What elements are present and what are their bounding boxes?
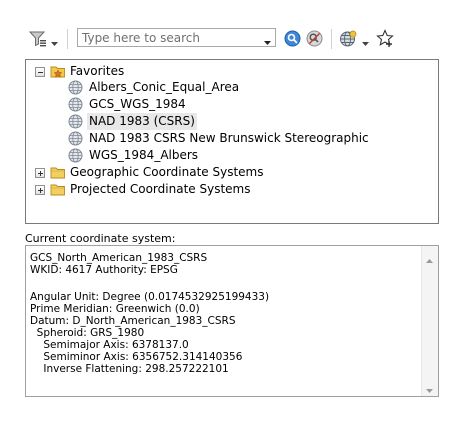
tree-node-geographic-coordinate-systems[interactable]: Geographic Coordinate Systems (35, 164, 295, 181)
tree-node-label: Albers_Conic_Equal_Area (89, 80, 240, 94)
tree-node-label: Geographic Coordinate Systems (70, 165, 264, 179)
details-line: Prime Meridian: Greenwich (0.0) (30, 303, 200, 315)
search-dropdown-arrow-icon[interactable] (264, 35, 272, 45)
collapse-toggle-icon[interactable] (35, 67, 45, 77)
current-coordinate-system-label: Current coordinate system: (25, 232, 176, 245)
scroll-up-arrow-icon[interactable] (426, 253, 434, 263)
add-to-favorites-star-icon[interactable] (376, 29, 394, 48)
tree-node-label: NAD 1983 (CSRS) (87, 113, 197, 130)
details-line: Angular Unit: Degree (0.0174532925199433… (30, 291, 270, 303)
tree-node-label: Favorites (70, 64, 125, 78)
expand-toggle-icon[interactable] (35, 168, 45, 178)
globe-icon (68, 131, 83, 146)
folder-icon (50, 182, 66, 197)
globe-dropdown-arrow-icon[interactable] (362, 36, 370, 46)
tree-node-favorite-item[interactable]: NAD 1983 CSRS New Brunswick Stereographi… (68, 130, 369, 147)
search-icon[interactable] (284, 30, 301, 47)
tree-node-favorite-item[interactable]: GCS_WGS_1984 (68, 96, 318, 113)
tree-node-label: WGS_1984_Albers (89, 148, 199, 162)
details-line: Datum: D_North_American_1983_CSRS (30, 315, 236, 327)
tree-node-label: Projected Coordinate Systems (70, 182, 251, 196)
tree-node-label: GCS_WGS_1984 (89, 97, 186, 111)
details-line: GCS_North_American_1983_CSRS (30, 252, 208, 264)
expand-toggle-icon[interactable] (35, 185, 45, 195)
favorites-folder-icon (50, 64, 66, 79)
details-line: Inverse Flattening: 298.257222101 (30, 363, 229, 375)
tree-node-label: NAD 1983 CSRS New Brunswick Stereographi… (89, 131, 369, 145)
details-line: WKID: 4617 Authority: EPSG (30, 264, 178, 276)
search-input[interactable] (78, 29, 262, 46)
scroll-down-arrow-icon[interactable] (426, 383, 434, 393)
details-scrollbar[interactable] (421, 246, 438, 396)
current-coordinate-system-details[interactable]: GCS_North_American_1983_CSRS WKID: 4617 … (25, 245, 439, 397)
details-line: Semimajor Axis: 6378137.0 (30, 339, 189, 351)
toolbar-separator (67, 29, 68, 49)
globe-icon (68, 148, 83, 163)
coordinate-system-tree[interactable]: Favorites Albers_Conic_Equal_Area GCS_WG… (25, 59, 439, 224)
globe-icon (68, 97, 83, 112)
clear-search-icon[interactable] (306, 30, 323, 47)
folder-icon (50, 165, 66, 180)
tree-node-favorites[interactable]: Favorites (35, 63, 235, 80)
tree-node-projected-coordinate-systems[interactable]: Projected Coordinate Systems (35, 181, 295, 198)
details-line: Spheroid: GRS_1980 (30, 327, 145, 339)
toolbar-separator-2 (331, 29, 332, 49)
globe-icon (68, 114, 83, 129)
tree-node-favorite-item[interactable]: WGS_1984_Albers (68, 147, 318, 164)
filter-icon[interactable] (28, 30, 47, 48)
search-combobox[interactable] (77, 28, 276, 47)
tree-node-favorite-item-selected[interactable]: NAD 1983 (CSRS) (68, 113, 318, 130)
tree-node-favorite-item[interactable]: Albers_Conic_Equal_Area (68, 79, 318, 96)
globe-icon[interactable] (339, 30, 357, 48)
filter-dropdown-arrow-icon[interactable] (51, 36, 59, 46)
globe-icon (68, 80, 83, 95)
details-line: Semiminor Axis: 6356752.314140356 (30, 351, 243, 363)
